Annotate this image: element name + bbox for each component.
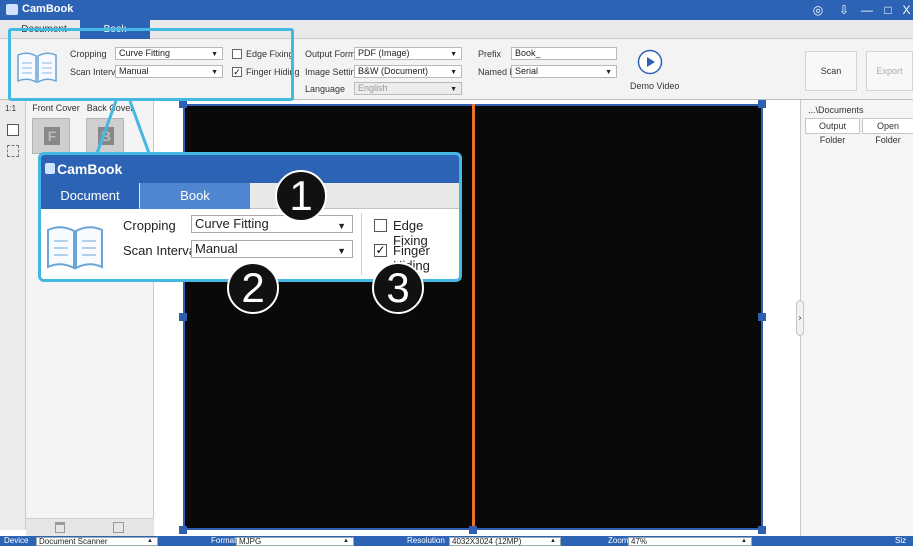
zoom-scan-interval-select: Manual ▼ bbox=[191, 240, 353, 258]
zoom-cropping-label: Cropping bbox=[123, 218, 176, 233]
image-settings-select[interactable]: B&W (Document) ▼ bbox=[354, 65, 462, 78]
size-label: Siz bbox=[895, 536, 907, 545]
image-settings-value: B&W (Document) bbox=[358, 66, 429, 76]
output-format-select[interactable]: PDF (Image) ▼ bbox=[354, 47, 462, 60]
callout-3: 3 bbox=[372, 262, 424, 314]
resolution-label: Resolution bbox=[407, 536, 445, 545]
device-select[interactable]: Document Scanner ▲ bbox=[36, 536, 158, 546]
output-format-value: PDF (Image) bbox=[358, 48, 410, 58]
copy-icon[interactable] bbox=[113, 522, 124, 533]
app-title: CamBook bbox=[22, 3, 74, 15]
crop-handle[interactable] bbox=[758, 526, 766, 534]
language-select[interactable]: English ▼ bbox=[354, 82, 462, 95]
book-icon bbox=[47, 226, 103, 270]
format-label: Format bbox=[211, 536, 237, 545]
device-value: Document Scanner bbox=[39, 536, 108, 546]
ratio-button[interactable]: 1:1 bbox=[5, 104, 16, 113]
output-path: ...\Documents bbox=[808, 105, 864, 115]
format-value: MJPG bbox=[239, 536, 262, 546]
menu-dropdown-icon[interactable]: ⇩ bbox=[835, 2, 853, 18]
title-bar: CamBook ◎ ⇩ — □ X bbox=[0, 0, 913, 20]
crop-handle[interactable] bbox=[179, 526, 187, 534]
format-select[interactable]: MJPG ▲ bbox=[236, 536, 354, 546]
front-cover-letter: F bbox=[44, 127, 60, 145]
export-button[interactable]: Export bbox=[866, 51, 913, 91]
zoom-cropping-value: Curve Fitting bbox=[195, 216, 269, 231]
app-logo-icon bbox=[45, 163, 55, 174]
zoom-title-bar: CamBook bbox=[41, 155, 459, 183]
zoom-scan-interval-value: Manual bbox=[195, 241, 238, 256]
callout-1: 1 bbox=[275, 170, 327, 222]
language-value: English bbox=[358, 83, 388, 93]
minimize-button[interactable]: — bbox=[858, 2, 876, 18]
zoom-scan-interval-label: Scan Interval bbox=[123, 243, 199, 258]
callout-2: 2 bbox=[227, 262, 279, 314]
crop-handle[interactable] bbox=[469, 526, 477, 534]
resolution-select[interactable]: 4032X3024 (12MP) ▲ bbox=[449, 536, 561, 546]
chevron-up-icon: ▲ bbox=[741, 537, 747, 544]
crop-handle[interactable] bbox=[758, 100, 766, 108]
back-cover-tab[interactable]: Back Cover bbox=[84, 103, 136, 115]
front-cover-tab[interactable]: Front Cover bbox=[30, 103, 82, 115]
chevron-down-icon: ▼ bbox=[337, 221, 346, 231]
chevron-down-icon: ▼ bbox=[337, 246, 346, 256]
open-folder-button[interactable]: Open Folder bbox=[862, 118, 913, 145]
zoom-divider bbox=[361, 213, 362, 275]
zoom-select[interactable]: 47% ▲ bbox=[628, 536, 752, 546]
back-cover-thumbnail[interactable]: B bbox=[86, 118, 124, 154]
back-cover-letter: B bbox=[98, 127, 114, 145]
prefix-input[interactable]: Book_ bbox=[511, 47, 617, 60]
chevron-up-icon: ▲ bbox=[343, 537, 349, 544]
front-cover-thumbnail[interactable]: F bbox=[32, 118, 70, 154]
thumbnail-toolbar bbox=[26, 518, 154, 536]
scan-button[interactable]: Scan bbox=[805, 51, 857, 91]
zoom-cropping-select: Curve Fitting ▼ bbox=[191, 215, 353, 233]
stamp-icon[interactable] bbox=[7, 124, 19, 136]
chevron-down-icon: ▼ bbox=[450, 86, 457, 93]
language-label: Language bbox=[305, 84, 346, 94]
demo-video-label[interactable]: Demo Video bbox=[630, 81, 679, 91]
named-by-select[interactable]: Serial ▼ bbox=[511, 65, 617, 78]
collapse-panel-handle[interactable]: › bbox=[796, 300, 804, 336]
resolution-value: 4032X3024 (12MP) bbox=[452, 536, 522, 546]
zoom-value: 47% bbox=[631, 536, 648, 546]
settings-globe-icon[interactable]: ◎ bbox=[809, 2, 827, 18]
close-button[interactable]: X bbox=[900, 2, 913, 18]
named-by-value: Serial bbox=[515, 66, 539, 76]
status-bar: Device Document Scanner ▲ Format MJPG ▲ Re… bbox=[0, 536, 913, 546]
zoom-finger-hiding-checkbox: ✓ bbox=[374, 243, 387, 257]
crop-handle[interactable] bbox=[179, 313, 187, 321]
fit-screen-icon[interactable] bbox=[7, 145, 19, 157]
prefix-label: Prefix bbox=[478, 49, 502, 59]
highlight-box bbox=[8, 28, 294, 101]
zoom-app-title: CamBook bbox=[57, 161, 123, 177]
device-label: Device bbox=[4, 536, 29, 545]
crop-handle[interactable] bbox=[179, 100, 187, 108]
output-folder-button[interactable]: Output Folder bbox=[805, 118, 860, 145]
trash-icon[interactable] bbox=[55, 522, 65, 533]
zoom-label: Zoom bbox=[608, 536, 629, 545]
chevron-down-icon: ▼ bbox=[605, 69, 612, 76]
page-split-line[interactable] bbox=[472, 104, 475, 530]
zoom-tab-book: Book bbox=[140, 183, 250, 209]
tool-strip: 1:1 bbox=[0, 100, 26, 530]
chevron-up-icon: ▲ bbox=[550, 537, 556, 544]
zoom-tab-document: Document bbox=[41, 183, 139, 209]
maximize-button[interactable]: □ bbox=[879, 2, 897, 18]
right-panel: ...\Documents Output Folder Open Folder bbox=[800, 100, 913, 536]
app-logo-icon bbox=[6, 4, 18, 15]
chevron-down-icon: ▼ bbox=[450, 51, 457, 58]
zoom-edge-fixing-checkbox bbox=[374, 219, 387, 232]
crop-handle[interactable] bbox=[758, 313, 766, 321]
play-video-icon[interactable] bbox=[637, 49, 663, 75]
chevron-down-icon: ▼ bbox=[450, 69, 457, 76]
chevron-up-icon: ▲ bbox=[147, 537, 153, 544]
